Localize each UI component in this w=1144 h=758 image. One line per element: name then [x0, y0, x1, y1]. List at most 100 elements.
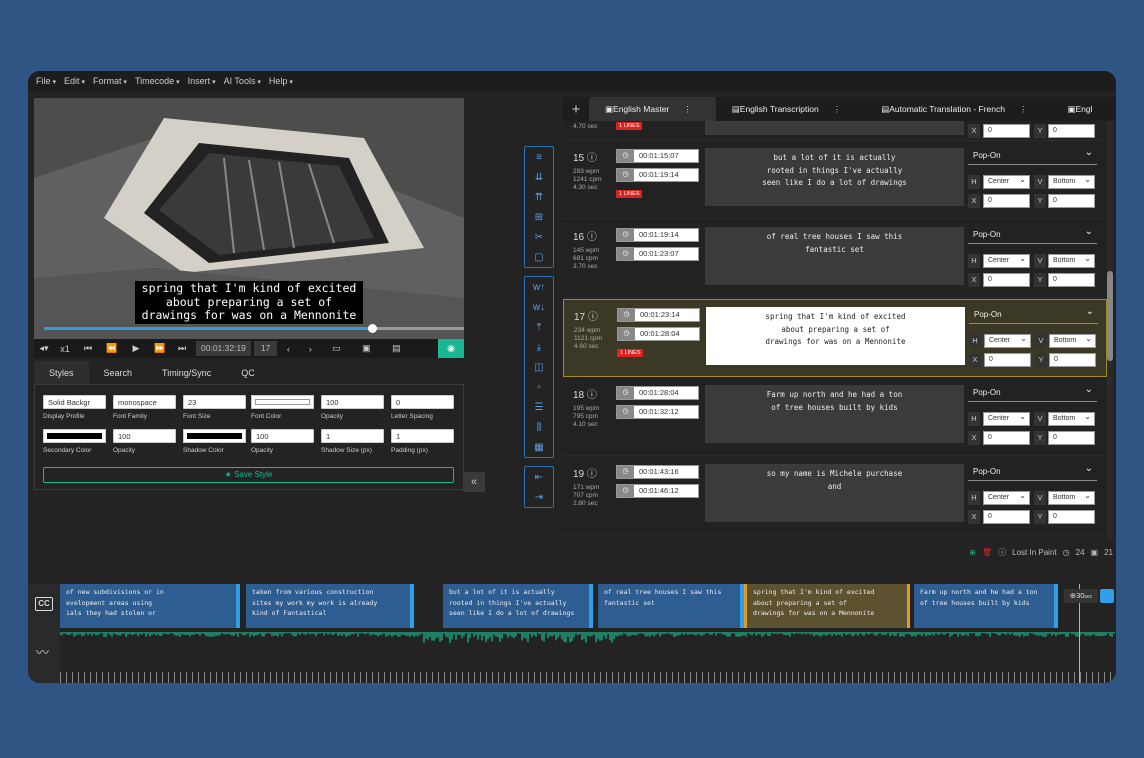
timeline-caption-block[interactable]: taken from various construction sites my… — [246, 584, 414, 628]
fast-forward-icon[interactable]: ⏩ — [148, 339, 172, 358]
v-align-select[interactable]: Bottom — [1048, 411, 1095, 426]
tab-english-master[interactable]: ▣ English Master ⋮ — [589, 97, 716, 121]
y-input[interactable]: 0 — [1048, 431, 1095, 445]
caption-text[interactable]: of real tree houses I saw this fantastic… — [705, 227, 964, 285]
shadow-size-input[interactable]: 1 — [321, 429, 384, 443]
box-icon[interactable]: ▫ — [525, 377, 553, 397]
grid-icon[interactable]: ▦ — [525, 437, 553, 457]
collapse-panel-button[interactable]: « — [463, 472, 485, 492]
menu-insert[interactable]: Insert — [188, 76, 216, 86]
closed-caption-icon[interactable]: CC — [35, 597, 53, 611]
tab-automatic-translation-french[interactable]: ▤ Automatic Translation - French ⋮ — [865, 97, 1051, 121]
font-color-picker[interactable] — [251, 395, 314, 409]
end-timecode-input[interactable]: ◷ 00:01:28:04 — [617, 327, 700, 341]
clock-icon[interactable]: ◷ — [617, 248, 634, 260]
caption-row[interactable]: 18 ⓘ 195 wpm 795 cpm 4.10 sec ◷ 00:01:28:04 ◷ 0… — [563, 378, 1107, 456]
x-input[interactable]: 0 — [983, 124, 1030, 138]
timeline[interactable]: CC 〰 of new subdivisions or in evelopmen… — [28, 584, 1116, 683]
y-input[interactable]: 0 — [1049, 353, 1096, 367]
mode-select[interactable]: Pop-On — [968, 461, 1097, 481]
y-input[interactable]: 0 — [1048, 124, 1095, 138]
clock-icon[interactable]: ◷ — [618, 309, 635, 321]
caption-text[interactable]: so my name is Michele purchase and — [705, 464, 964, 522]
timeline-settings-button[interactable] — [1100, 589, 1114, 603]
word-up-icon[interactable]: w↑ — [525, 277, 553, 297]
next-frame-icon[interactable]: › — [299, 339, 321, 358]
end-timecode-input[interactable]: ◷ 00:01:19:14 — [616, 168, 699, 182]
mode-select[interactable]: Pop-On — [968, 224, 1097, 244]
caption-row[interactable]: 15 ⓘ 293 wpm 1241 cpm 4.30 sec 1 LINES ◷ 00:01… — [563, 141, 1107, 219]
start-timecode-input[interactable]: ◷ 00:01:23:14 — [617, 308, 700, 322]
timeline-caption-block[interactable]: of real tree houses I saw this fantastic… — [598, 584, 744, 628]
h-align-select[interactable]: Center — [984, 333, 1031, 348]
h-align-select[interactable]: Center — [983, 174, 1030, 189]
clock-icon[interactable]: ◷ — [617, 150, 634, 162]
save-frame-icon[interactable]: ▤ — [381, 339, 411, 358]
word-down-icon[interactable]: w↓ — [525, 297, 553, 317]
start-timecode-input[interactable]: ◷ 00:01:43:16 — [616, 465, 699, 479]
cut-icon[interactable]: ✂ — [525, 227, 553, 247]
rewind-icon[interactable]: ⏪ — [100, 339, 124, 358]
opacity-input-1[interactable]: 100 — [321, 395, 384, 409]
tab-english-transcription[interactable]: ▤ English Transcription ⋮ — [716, 97, 865, 121]
tab-search[interactable]: Search — [89, 361, 148, 385]
x-input[interactable]: 0 — [983, 194, 1030, 208]
v-align-select[interactable]: Bottom — [1048, 490, 1095, 505]
waveform-icon[interactable]: 〰 — [36, 642, 49, 661]
start-timecode-input[interactable]: ◷ 00:01:28:04 — [616, 386, 699, 400]
timecode-display[interactable]: 00:01:32:19 — [196, 341, 251, 356]
font-size-input[interactable]: 23 — [183, 395, 246, 409]
x-input[interactable]: 0 — [983, 273, 1030, 287]
menu-format[interactable]: Format — [93, 76, 127, 86]
volume-icon[interactable]: ◂▾ — [34, 339, 54, 358]
h-align-select[interactable]: Center — [983, 411, 1030, 426]
align-top-icon[interactable]: ≡ — [525, 147, 553, 167]
start-timecode-input[interactable]: ◷ 00:01:15:07 — [616, 149, 699, 163]
insert-icon[interactable]: ⊞ — [525, 207, 553, 227]
v-align-select[interactable]: Bottom — [1048, 174, 1095, 189]
x-input[interactable]: 0 — [983, 431, 1030, 445]
tab-timing-sync[interactable]: Timing/Sync — [147, 361, 226, 385]
scrollbar-thumb[interactable] — [1107, 271, 1113, 361]
menu-help[interactable]: Help — [269, 76, 293, 86]
timeline-caption-block[interactable]: spring that I'm kind of excited about pr… — [744, 584, 910, 628]
zoom-display[interactable]: ⊕30sec — [1064, 589, 1098, 603]
lines-icon[interactable]: ☰ — [525, 397, 553, 417]
timeline-caption-block[interactable]: of new subdivisions or in evelopment are… — [60, 584, 240, 628]
save-style-button[interactable]: ★ Save Style — [43, 467, 454, 483]
columns-icon[interactable]: ⫼ — [525, 417, 553, 437]
seek-bar[interactable] — [44, 324, 464, 333]
opacity-input-2[interactable]: 100 — [113, 429, 176, 443]
timeline-ruler[interactable] — [60, 672, 1116, 683]
block-resize-handle[interactable] — [410, 584, 414, 628]
shift-down-icon[interactable]: ⤓ — [525, 337, 553, 357]
v-align-select[interactable]: Bottom — [1049, 333, 1096, 348]
caption-row-partial[interactable]: 4.70 sec 1 LINES X 0 Y 0 — [563, 121, 1107, 141]
kebab-icon[interactable]: ⋮ — [833, 97, 842, 121]
seek-knob[interactable] — [367, 324, 377, 333]
timeline-caption-block[interactable]: Farm up north and he had a ton of tree h… — [914, 584, 1058, 628]
start-timecode-input[interactable]: ◷ 00:01:19:14 — [616, 228, 699, 242]
block-resize-handle[interactable] — [589, 584, 593, 628]
y-input[interactable]: 0 — [1048, 194, 1095, 208]
video-player[interactable]: spring that I'm kind of excited about pr… — [34, 98, 464, 342]
block-resize-handle[interactable] — [1054, 584, 1058, 628]
secondary-color-picker[interactable] — [43, 429, 106, 443]
mode-select[interactable]: Pop-On — [968, 382, 1097, 402]
clock-icon[interactable]: ◷ — [617, 169, 634, 181]
kebab-icon[interactable]: ⋮ — [683, 97, 692, 121]
mode-select[interactable]: Pop-On — [968, 145, 1097, 165]
skip-start-icon[interactable]: ⏮ — [76, 339, 100, 358]
play-icon[interactable]: ▶ — [124, 339, 148, 358]
caption-row[interactable]: 17 ⓘ 234 wpm 1121 cpm 4.60 sec 1 LINES ◷ 00:01… — [563, 299, 1107, 377]
prev-frame-icon[interactable]: ‹ — [277, 339, 299, 358]
menu-ai-tools[interactable]: AI Tools — [224, 76, 261, 86]
end-timecode-input[interactable]: ◷ 00:01:23:07 — [616, 247, 699, 261]
h-align-select[interactable]: Center — [983, 490, 1030, 505]
h-align-select[interactable]: Center — [983, 253, 1030, 268]
end-timecode-input[interactable]: ◷ 00:01:46:12 — [616, 484, 699, 498]
shadow-color-picker[interactable] — [183, 429, 246, 443]
snap-right-icon[interactable]: ⇥ — [525, 487, 553, 507]
menu-edit[interactable]: Edit — [64, 76, 85, 86]
padding-input[interactable]: 1 — [391, 429, 454, 443]
